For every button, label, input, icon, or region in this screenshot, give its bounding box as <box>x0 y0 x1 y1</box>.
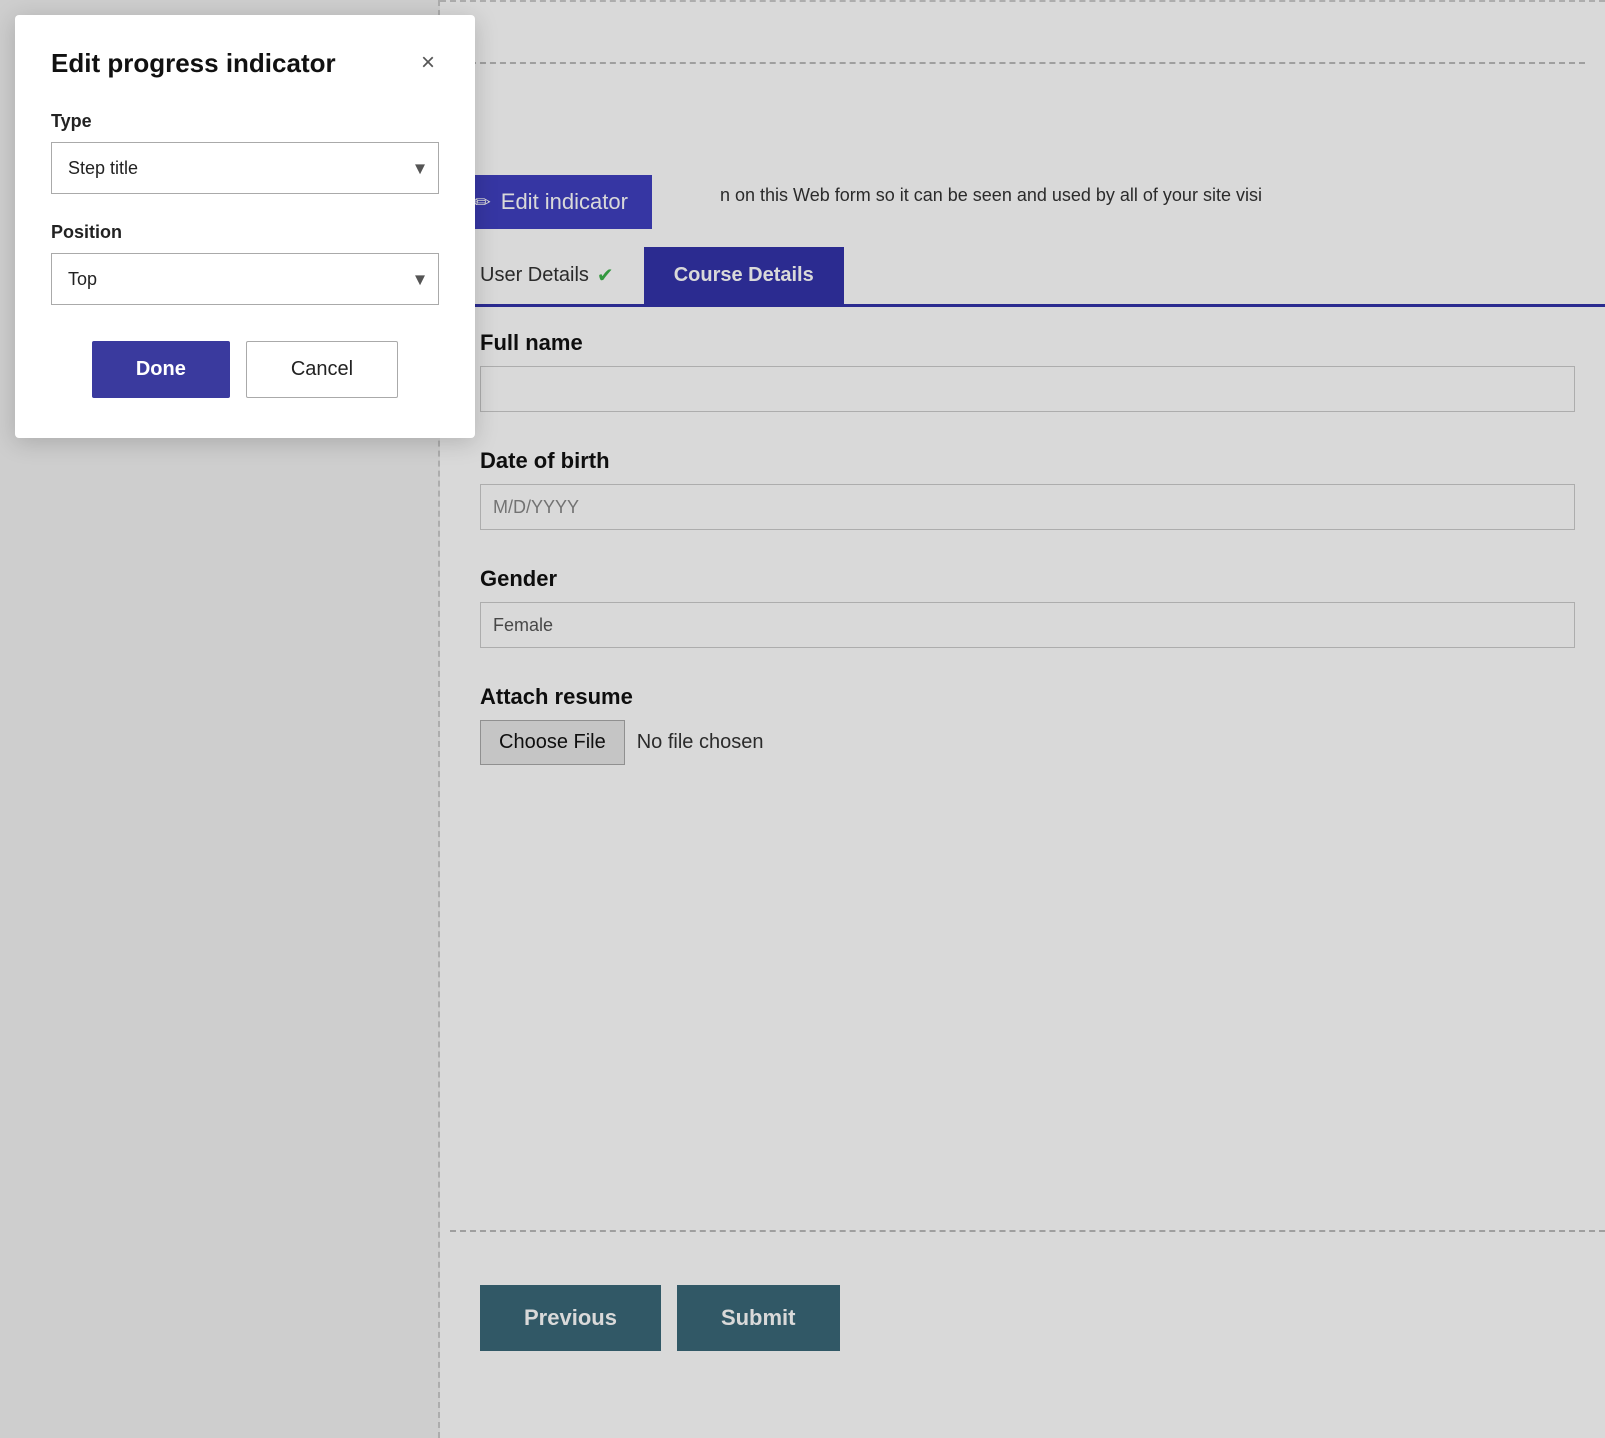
type-select-wrapper: Step title Step number Percentage <box>51 142 439 194</box>
edit-progress-indicator-modal: Edit progress indicator × Type Step titl… <box>15 15 475 438</box>
type-field: Type Step title Step number Percentage <box>51 111 439 194</box>
modal-close-button[interactable]: × <box>417 47 439 79</box>
position-label: Position <box>51 222 439 243</box>
modal-overlay: Edit progress indicator × Type Step titl… <box>0 0 1605 1438</box>
modal-buttons: Done Cancel <box>51 341 439 398</box>
position-select-wrapper: Top Bottom Left Right <box>51 253 439 305</box>
modal-title: Edit progress indicator <box>51 48 336 79</box>
position-select[interactable]: Top Bottom Left Right <box>51 253 439 305</box>
done-button[interactable]: Done <box>92 341 230 398</box>
modal-header: Edit progress indicator × <box>51 47 439 79</box>
type-select[interactable]: Step title Step number Percentage <box>51 142 439 194</box>
cancel-button[interactable]: Cancel <box>246 341 398 398</box>
position-field: Position Top Bottom Left Right <box>51 222 439 305</box>
type-label: Type <box>51 111 439 132</box>
